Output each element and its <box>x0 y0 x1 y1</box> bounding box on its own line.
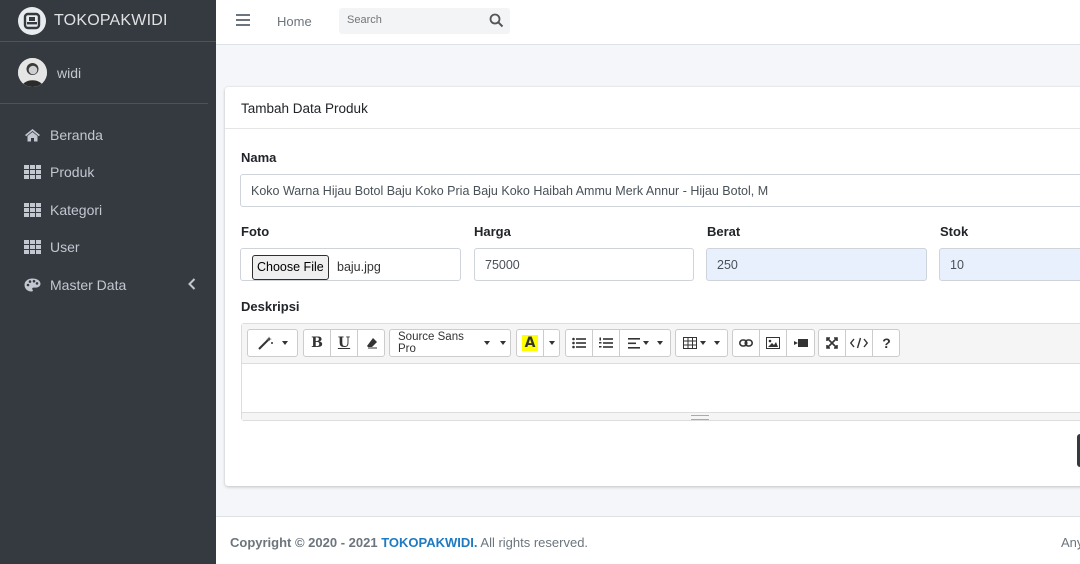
sidebar-item-label: Beranda <box>50 126 103 143</box>
hamburger-menu-icon[interactable] <box>236 14 250 26</box>
footer-right-text: Any <box>1061 535 1080 550</box>
choose-file-button[interactable]: Choose File <box>252 255 329 280</box>
brand-link[interactable]: TOKOPAKWIDI <box>0 0 216 42</box>
ordered-list-icon <box>599 337 613 348</box>
insert-group <box>732 329 815 357</box>
unordered-list-icon <box>572 337 586 349</box>
magic-wand-icon <box>257 336 273 350</box>
footer: Copyright © 2020 - 2021 TOKOPAKWIDI. All… <box>216 516 1080 564</box>
magic-wand-dropdown[interactable] <box>248 330 297 356</box>
link-icon <box>739 339 753 347</box>
sidebar-nav: Beranda Produk Kategori User Master Data <box>0 104 216 304</box>
user-panel[interactable]: widi <box>0 42 208 104</box>
nama-input[interactable]: Koko Warna Hijau Botol Baju Koko Pria Ba… <box>240 174 1080 207</box>
top-navbar: Home <box>216 0 1080 45</box>
copyright-text: Copyright © 2020 - 2021 TOKOPAKWIDI. All… <box>230 535 588 550</box>
berat-input[interactable]: 250 <box>706 248 927 281</box>
search-input[interactable] <box>347 14 477 26</box>
sidebar-item-user[interactable]: User <box>0 229 216 267</box>
eraser-icon <box>366 338 377 349</box>
chevron-down-icon <box>656 341 663 345</box>
link-button[interactable] <box>733 330 760 356</box>
font-name-dropdown[interactable]: Source Sans Pro <box>390 330 510 356</box>
chevron-down-icon <box>642 341 649 345</box>
grid-icon <box>24 240 41 255</box>
image-icon <box>766 337 780 349</box>
align-dropdown[interactable] <box>620 330 670 356</box>
harga-input[interactable]: 75000 <box>474 248 694 281</box>
deskripsi-label: Deskripsi <box>241 299 300 314</box>
rights-text: All rights reserved. <box>477 535 589 550</box>
code-view-button[interactable] <box>846 330 873 356</box>
user-name: widi <box>57 64 82 81</box>
unordered-list-button[interactable] <box>566 330 593 356</box>
paragraph-group <box>565 329 671 357</box>
chevron-down-icon <box>484 341 490 345</box>
file-name: baju.jpg <box>337 260 381 274</box>
editor-toolbar: B U Source Sans Pro A ? <box>242 324 1080 364</box>
add-product-card: Tambah Data Produk Nama Koko Warna Hijau… <box>225 87 1080 486</box>
sidebar-item-master-data[interactable]: Master Data <box>0 266 216 304</box>
style-group <box>247 329 298 357</box>
foto-file-input[interactable]: Choose File baju.jpg <box>240 248 461 281</box>
help-button[interactable]: ? <box>873 330 900 356</box>
table-dropdown[interactable] <box>676 330 727 356</box>
chevron-down-icon <box>714 341 720 345</box>
ordered-list-button[interactable] <box>593 330 620 356</box>
chevron-down-icon <box>700 341 706 345</box>
chevron-left-icon <box>188 278 196 290</box>
home-icon <box>25 128 40 142</box>
stok-label: Stok <box>940 224 969 239</box>
video-icon <box>793 339 808 347</box>
brand-logo-icon <box>18 6 46 35</box>
user-avatar <box>18 58 47 87</box>
sidebar-item-produk[interactable]: Produk <box>0 154 216 192</box>
font-style-group: B U <box>303 329 385 357</box>
fullscreen-icon <box>826 337 838 349</box>
misc-group: ? <box>818 329 900 357</box>
bold-button[interactable]: B <box>304 330 331 356</box>
chevron-down-icon <box>548 341 555 345</box>
fullscreen-button[interactable] <box>819 330 846 356</box>
sidebar-item-label: Master Data <box>50 276 127 293</box>
color-dropdown[interactable] <box>544 330 559 356</box>
text-color-button[interactable]: A <box>517 330 544 356</box>
code-icon <box>850 337 868 349</box>
underline-button[interactable]: U <box>331 330 358 356</box>
stok-input[interactable]: 10 <box>939 248 1080 281</box>
editor-resize-handle[interactable] <box>242 412 1080 420</box>
chevron-down-icon <box>500 341 506 345</box>
color-group: A <box>516 329 560 357</box>
foto-label: Foto <box>241 224 270 239</box>
sidebar-item-label: Kategori <box>50 201 103 218</box>
sidebar-item-kategori[interactable]: Kategori <box>0 191 216 229</box>
sidebar-item-label: Produk <box>50 164 95 181</box>
berat-label: Berat <box>707 224 741 239</box>
grid-icon <box>24 202 41 217</box>
sidebar-item-label: User <box>50 239 80 256</box>
home-link[interactable]: Home <box>277 14 312 29</box>
image-button[interactable] <box>760 330 787 356</box>
footer-brand-link[interactable]: TOKOPAKWIDI. <box>381 535 477 550</box>
grid-icon <box>24 165 41 180</box>
video-button[interactable] <box>787 330 814 356</box>
nama-label: Nama <box>241 150 277 165</box>
eraser-button[interactable] <box>358 330 385 356</box>
sidebar-item-beranda[interactable]: Beranda <box>0 116 216 154</box>
copyright-prefix: Copyright © 2020 - 2021 <box>230 535 382 550</box>
align-left-icon <box>627 337 640 349</box>
chevron-down-icon <box>281 341 288 345</box>
table-icon <box>683 337 697 349</box>
table-group <box>675 329 728 357</box>
sidebar: TOKOPAKWIDI widi Beranda Produk Kategori… <box>0 0 216 564</box>
search-icon[interactable] <box>489 13 504 28</box>
description-editor: B U Source Sans Pro A ? <box>241 323 1080 421</box>
card-title: Tambah Data Produk <box>225 87 1080 129</box>
brand-name: TOKOPAKWIDI <box>54 11 168 29</box>
font-name-group: Source Sans Pro <box>389 329 511 357</box>
palette-icon <box>24 278 41 292</box>
harga-label: Harga <box>474 224 511 239</box>
search-box <box>339 8 510 34</box>
editor-content-area[interactable] <box>242 364 1080 412</box>
